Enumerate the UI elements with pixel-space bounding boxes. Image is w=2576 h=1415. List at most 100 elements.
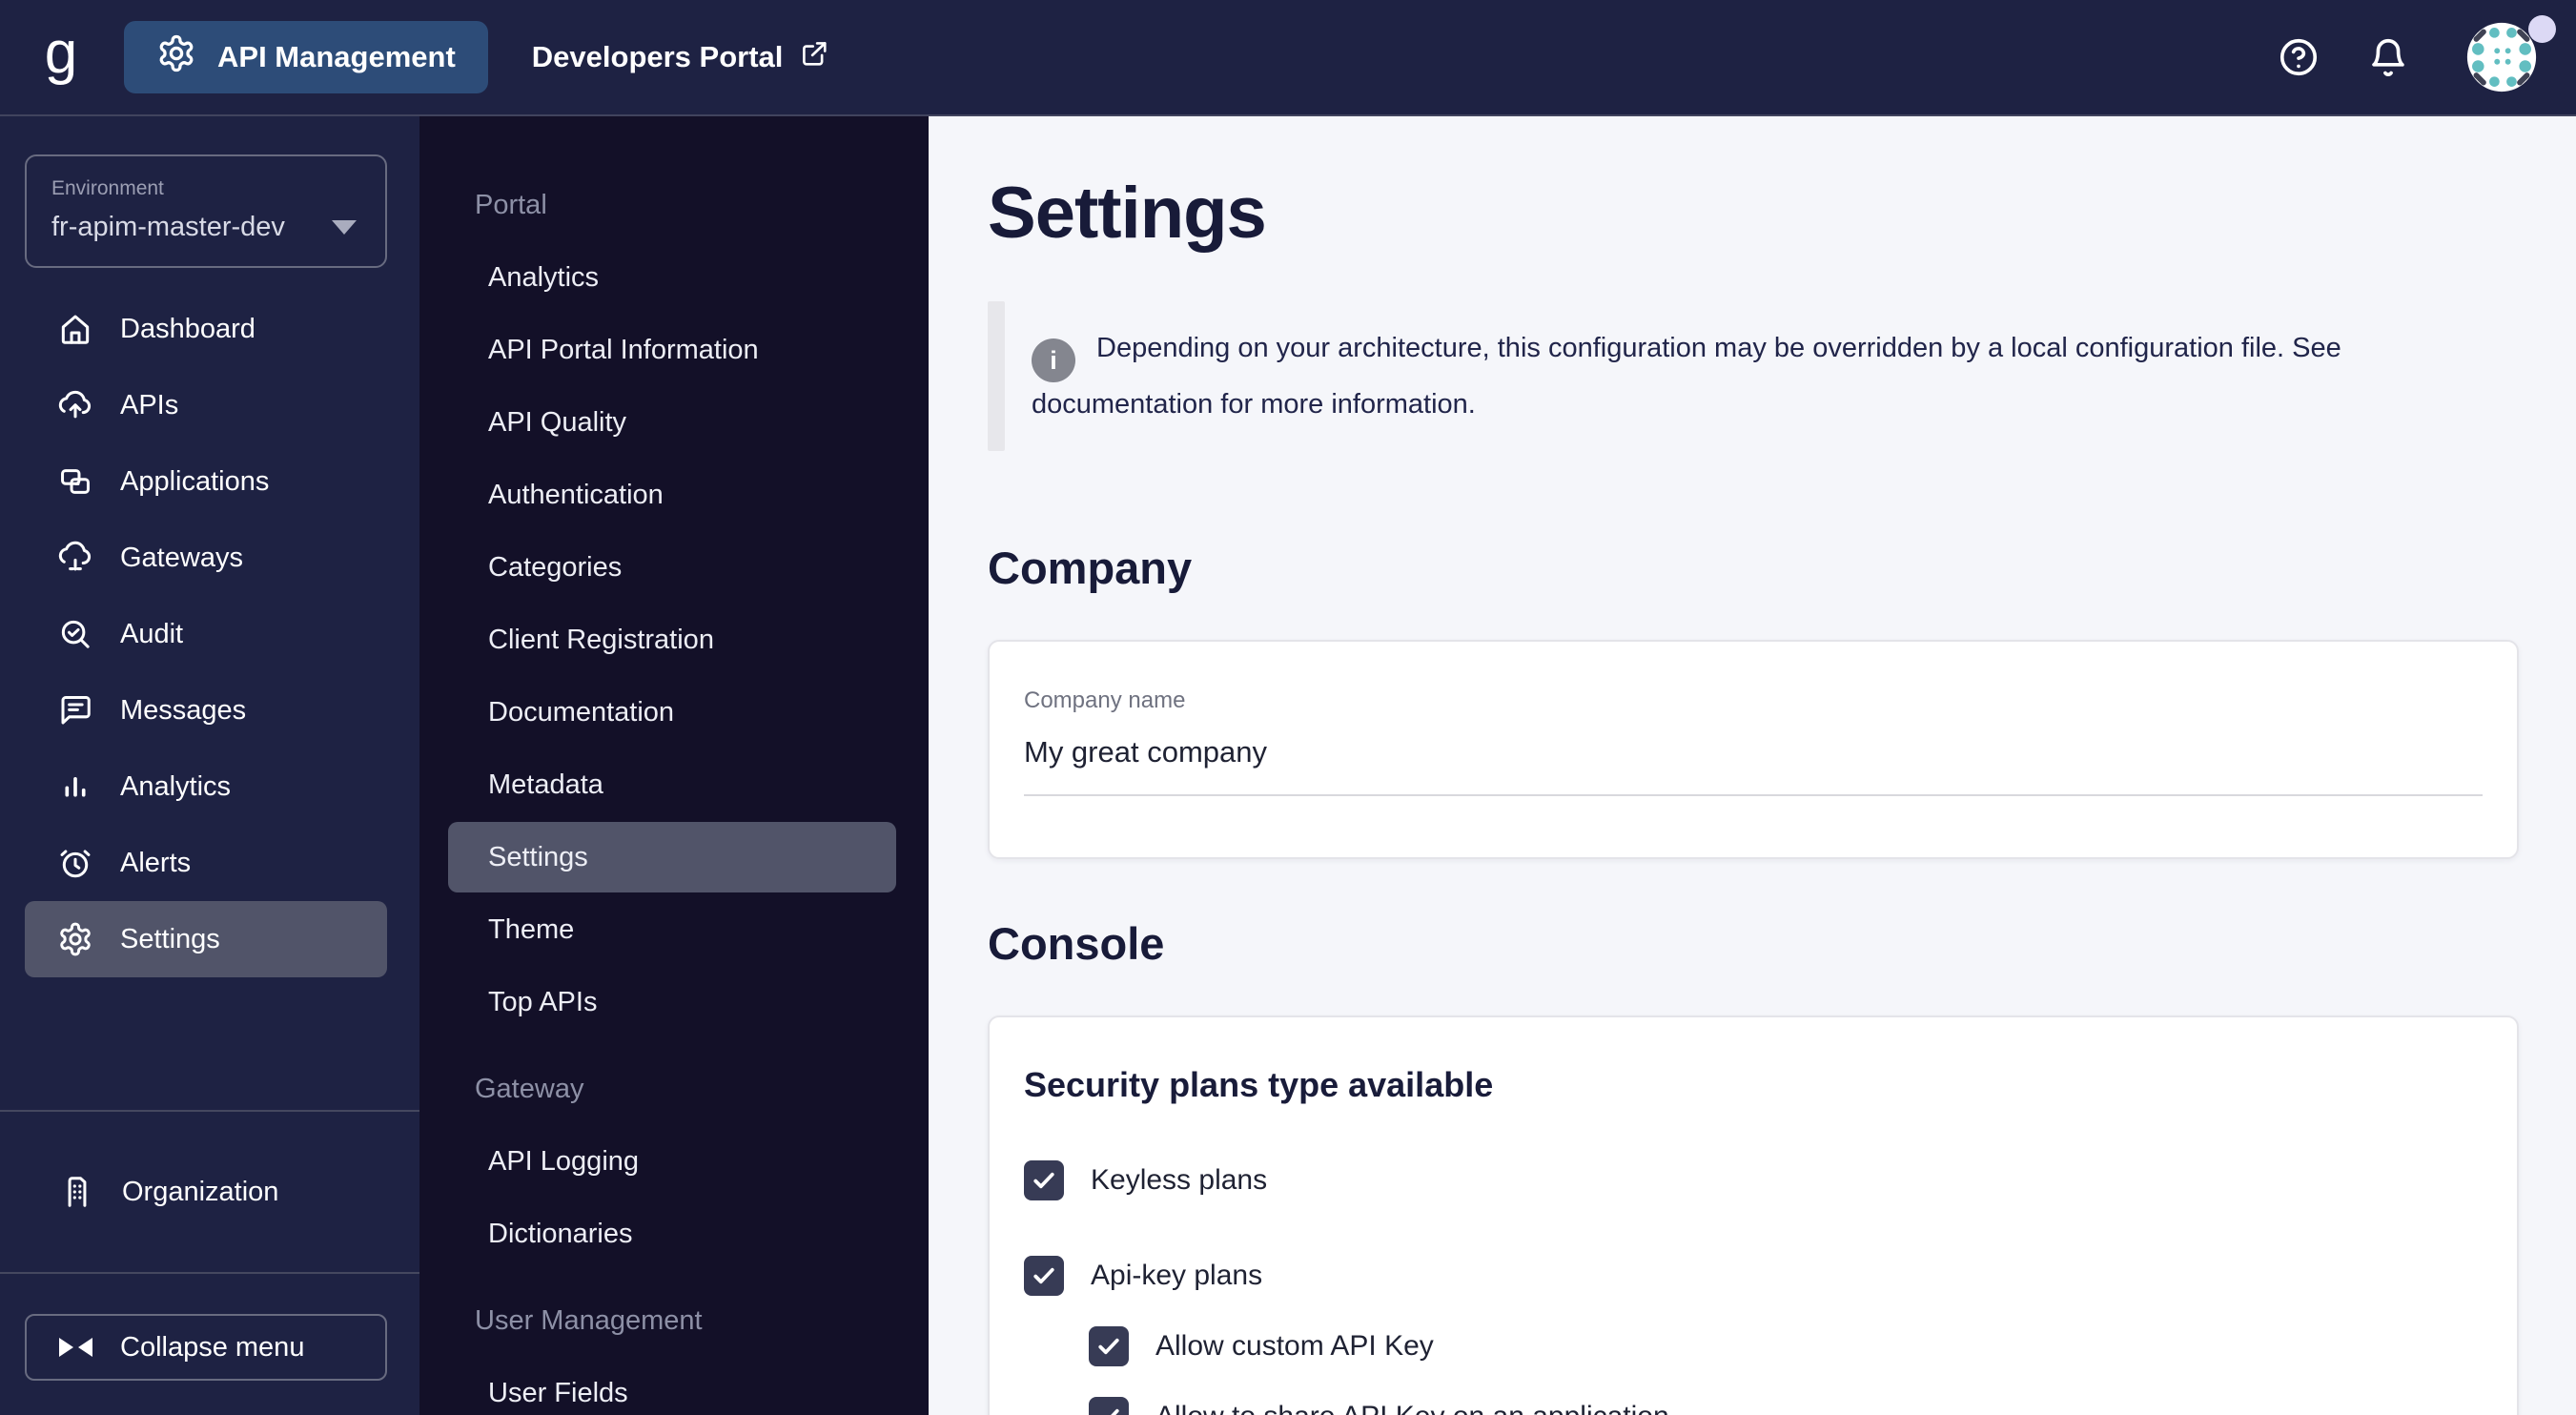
sidebar-item-messages[interactable]: Messages [0, 672, 419, 749]
sidebar-item-label: Applications [120, 465, 270, 497]
checkbox-label: Allow custom API Key [1155, 1330, 1434, 1362]
body-row: Environment fr-apim-master-dev Dashboard… [0, 116, 2576, 1415]
checkbox-row-api-key-plans[interactable]: Api-key plans [1024, 1256, 2483, 1296]
topbar: g API Management Developers Portal [0, 0, 2576, 116]
subnav-item-analytics[interactable]: Analytics [419, 241, 929, 314]
sidebar-item-settings[interactable]: Settings [25, 901, 387, 977]
checkbox-checked-icon[interactable] [1089, 1326, 1129, 1366]
sidebar-item-analytics[interactable]: Analytics [0, 749, 419, 825]
checkbox-row-allow-share-api-key[interactable]: Allow to share API Key on an application [1089, 1397, 2483, 1415]
collapse-menu-label: Collapse menu [120, 1331, 305, 1363]
primary-sidebar: Environment fr-apim-master-dev Dashboard… [0, 116, 419, 1415]
search-check-icon [57, 616, 93, 652]
subnav-item-dictionaries[interactable]: Dictionaries [419, 1198, 929, 1270]
sidebar-item-label: Audit [120, 618, 184, 649]
message-icon [57, 692, 93, 728]
gear-icon [156, 33, 196, 81]
sidebar-item-alerts[interactable]: Alerts [0, 825, 419, 901]
checkbox-checked-icon[interactable] [1024, 1256, 1064, 1296]
gear-icon [57, 921, 93, 957]
subnav-item-api-portal-information[interactable]: API Portal Information [419, 314, 929, 386]
sidebar-item-applications[interactable]: Applications [0, 443, 419, 520]
company-name-input[interactable]: My great company [1024, 735, 2483, 769]
subnav-item-settings[interactable]: Settings [448, 822, 896, 892]
secondary-sidebar: Portal Analytics API Portal Information … [419, 116, 929, 1415]
subnav-item-metadata[interactable]: Metadata [419, 749, 929, 821]
help-circle-icon [2277, 38, 2320, 82]
subnav-item-api-quality[interactable]: API Quality [419, 386, 929, 459]
subnav-item-api-logging[interactable]: API Logging [419, 1125, 929, 1198]
developers-portal-link[interactable]: Developers Portal [532, 39, 829, 75]
security-plans-group-title: Security plans type available [1024, 1065, 1494, 1104]
info-banner-text: i Depending on your architecture, this co… [1032, 333, 2341, 420]
app-root: g API Management Developers Portal Envir… [0, 0, 2576, 1415]
environment-selector[interactable]: Environment fr-apim-master-dev [25, 154, 387, 268]
company-card: Company name My great company [988, 640, 2519, 859]
sidebar-item-label: Gateways [120, 542, 243, 573]
checkbox-label: Keyless plans [1091, 1164, 1268, 1196]
subnav-item-top-apis[interactable]: Top APIs [419, 966, 929, 1038]
subnav-section-user-management: User Management [475, 1304, 703, 1336]
user-avatar[interactable] [2465, 15, 2556, 93]
checkbox-checked-icon[interactable] [1024, 1160, 1064, 1200]
sidebar-divider [0, 1272, 419, 1274]
sidebar-item-label: Dashboard [120, 313, 256, 344]
external-link-icon [800, 39, 828, 75]
checkbox-row-keyless-plans[interactable]: Keyless plans [1024, 1160, 2483, 1200]
developers-portal-label: Developers Portal [531, 40, 784, 73]
sidebar-item-gateways[interactable]: Gateways [0, 520, 419, 596]
checkbox-label: Api-key plans [1091, 1260, 1263, 1291]
checkbox-checked-icon[interactable] [1089, 1397, 1129, 1415]
environment-value: fr-apim-master-dev [51, 212, 285, 242]
info-banner: i Depending on your architecture, this co… [988, 301, 2519, 451]
sidebar-item-label: Settings [120, 923, 220, 954]
sidebar-item-label: Messages [120, 694, 247, 726]
info-banner-bar [988, 301, 1005, 451]
company-name-underline [1024, 794, 2483, 796]
cloud-upload-icon [57, 387, 93, 423]
notifications-button[interactable] [2366, 35, 2410, 79]
subnav-item-categories[interactable]: Categories [419, 531, 929, 604]
sidebar-item-label: Organization [122, 1176, 279, 1207]
chevron-down-icon [332, 220, 357, 235]
sidebar-item-apis[interactable]: APIs [0, 367, 419, 443]
sidebar-item-dashboard[interactable]: Dashboard [0, 291, 419, 367]
avatar-identicon [2465, 21, 2538, 93]
topbar-actions [2277, 15, 2556, 93]
bell-icon [2366, 39, 2410, 82]
api-management-button[interactable]: API Management [124, 21, 488, 93]
sidebar-item-label: APIs [120, 389, 179, 420]
subnav-item-authentication[interactable]: Authentication [419, 459, 929, 531]
sidebar-item-organization[interactable]: Organization [0, 1112, 419, 1272]
company-name-label: Company name [1024, 687, 1186, 713]
home-icon [57, 311, 93, 347]
help-button[interactable] [2277, 35, 2320, 79]
console-card: Security plans type available Keyless pl… [988, 1015, 2519, 1415]
company-section-title: Company [988, 543, 1193, 593]
avatar-status-badge [2528, 15, 2556, 43]
environment-label: Environment [51, 177, 164, 199]
cloud-gateway-icon [57, 540, 93, 576]
subnav-item-theme[interactable]: Theme [419, 893, 929, 966]
console-section-title: Console [988, 918, 1165, 969]
sidebar-item-label: Analytics [120, 770, 232, 802]
subnav-item-documentation[interactable]: Documentation [419, 676, 929, 749]
collapse-icon [59, 1338, 97, 1357]
collapse-menu-button[interactable]: Collapse menu [25, 1314, 387, 1381]
applications-icon [57, 463, 93, 500]
gravitee-logo[interactable]: g [34, 24, 88, 83]
alarm-clock-icon [57, 845, 93, 881]
bar-chart-icon [57, 769, 93, 805]
primary-nav: Dashboard APIs Applications Gateways Aud… [0, 291, 419, 977]
checkbox-label: Allow to share API Key on an application [1155, 1401, 1669, 1415]
checkbox-row-allow-custom-api-key[interactable]: Allow custom API Key [1089, 1326, 2483, 1366]
subnav-item-client-registration[interactable]: Client Registration [419, 604, 929, 676]
main-content: Settings i Depending on your architecture… [929, 116, 2576, 1415]
subnav-item-user-fields[interactable]: User Fields [419, 1357, 929, 1415]
sidebar-item-label: Alerts [120, 847, 192, 878]
sidebar-item-audit[interactable]: Audit [0, 596, 419, 672]
info-icon: i [1032, 338, 1075, 382]
subnav-section-gateway: Gateway [475, 1073, 584, 1104]
building-icon [59, 1174, 95, 1210]
